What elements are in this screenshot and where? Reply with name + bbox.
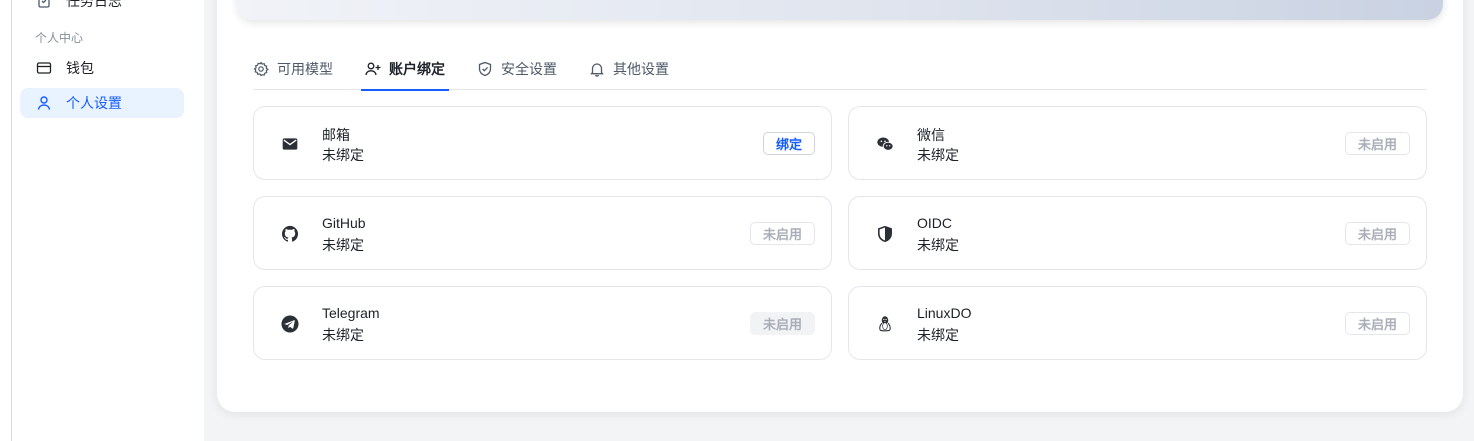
settings-tabs: 可用模型 账户绑定 安全设置 其他设置 (253, 48, 1427, 91)
binding-card-linuxdo: LinuxDO 未绑定 未启用 (848, 286, 1427, 360)
wechat-disabled-button[interactable]: 未启用 (1344, 132, 1410, 155)
binding-card-wechat: 微信 未绑定 未启用 (848, 106, 1427, 180)
app-root: 任务日志 个人中心 钱包 个人设置 可用模型 账户绑定 安全设置 其他设置 邮箱… (0, 0, 1474, 441)
binding-name: 微信 (917, 127, 945, 143)
oidc-shield-icon (875, 224, 895, 244)
telegram-icon (280, 314, 300, 334)
task-log-icon (38, 0, 50, 8)
binding-name: LinuxDO (917, 305, 972, 321)
github-icon (280, 224, 300, 244)
tab-other-settings[interactable]: 其他设置 (589, 48, 669, 90)
sidebar-item-label: 钱包 (66, 60, 94, 76)
binding-card-oidc: OIDC 未绑定 未启用 (848, 196, 1427, 270)
sidebar-item-label: 任务日志 (66, 0, 122, 9)
wechat-icon (875, 134, 895, 154)
binding-card-email: 邮箱 未绑定 绑定 (253, 106, 832, 180)
linuxdo-disabled-button[interactable]: 未启用 (1344, 312, 1410, 335)
user-icon (37, 96, 51, 110)
sidebar: 任务日志 个人中心 钱包 个人设置 (12, 0, 204, 441)
sidebar-item-personal-settings[interactable]: 个人设置 (20, 88, 184, 118)
binding-name: Telegram (322, 305, 380, 321)
user-plus-icon (365, 62, 381, 76)
tab-security-settings[interactable]: 安全设置 (477, 48, 557, 90)
sidebar-group-label: 个人中心 (35, 31, 84, 45)
binding-status: 未绑定 (917, 237, 959, 253)
bind-email-button[interactable]: 绑定 (762, 132, 815, 155)
bell-icon (590, 63, 604, 77)
binding-status: 未绑定 (917, 327, 959, 343)
binding-name: 邮箱 (322, 127, 350, 143)
sidebar-item-wallet[interactable]: 钱包 (20, 53, 184, 83)
tab-label: 安全设置 (501, 61, 557, 77)
tab-label: 可用模型 (277, 61, 333, 77)
binding-name: GitHub (322, 215, 366, 231)
gear-icon (253, 61, 269, 77)
tab-label: 账户绑定 (389, 61, 445, 77)
binding-status: 未绑定 (322, 147, 364, 163)
binding-name: OIDC (917, 215, 952, 231)
telegram-disabled-button[interactable]: 未启用 (749, 312, 815, 335)
binding-status: 未绑定 (917, 147, 959, 163)
window-edge (0, 0, 12, 441)
tab-label: 其他设置 (613, 61, 669, 77)
tab-account-binding[interactable]: 账户绑定 (361, 48, 449, 91)
binding-status: 未绑定 (322, 237, 364, 253)
binding-status: 未绑定 (322, 327, 364, 343)
settings-panel: 可用模型 账户绑定 安全设置 其他设置 邮箱 未绑定 绑定 微信 未绑定 未启用… (217, 0, 1463, 412)
linux-penguin-icon (875, 314, 895, 334)
binding-card-github: GitHub 未绑定 未启用 (253, 196, 832, 270)
binding-card-telegram: Telegram 未绑定 未启用 (253, 286, 832, 360)
sidebar-item-task-log[interactable]: 任务日志 (20, 0, 184, 16)
wallet-icon (36, 62, 52, 74)
oidc-disabled-button[interactable]: 未启用 (1344, 222, 1410, 245)
tab-available-models[interactable]: 可用模型 (253, 48, 333, 90)
profile-banner (237, 0, 1443, 20)
sidebar-item-label: 个人设置 (66, 95, 122, 111)
mail-icon (280, 134, 300, 154)
shield-icon (478, 61, 492, 77)
github-disabled-button[interactable]: 未启用 (749, 222, 815, 245)
